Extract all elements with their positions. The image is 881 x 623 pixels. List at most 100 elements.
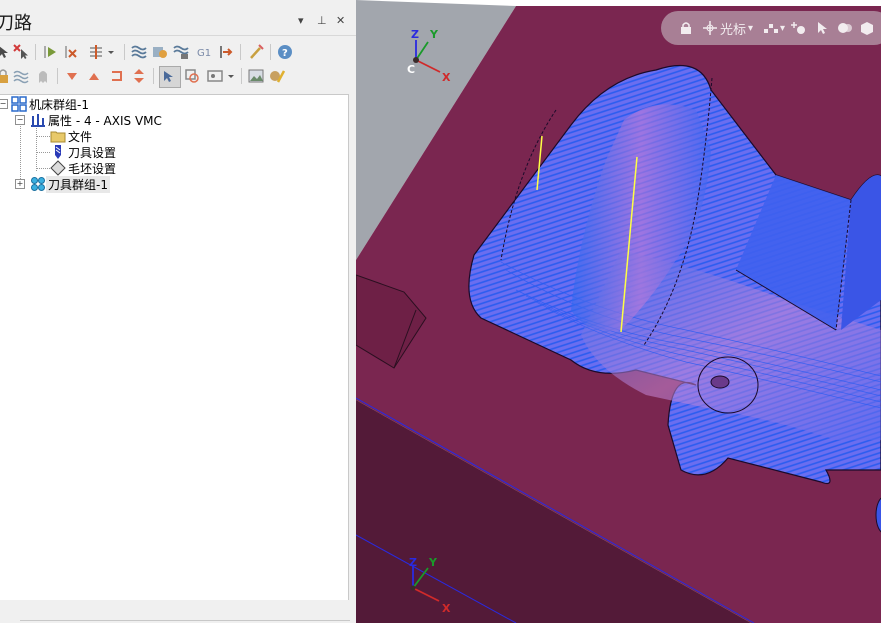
cursor-label: 光标: [720, 22, 747, 38]
g1-icon: G1: [197, 48, 211, 59]
panel-status-divider: [20, 620, 350, 621]
folder-icon: [50, 131, 66, 143]
tree-item-machine-group[interactable]: 机床群组-1: [11, 96, 91, 112]
simulate-button[interactable]: [87, 43, 105, 61]
collapse-toggle[interactable]: −: [0, 99, 8, 109]
shading-button[interactable]: [837, 21, 853, 35]
toolbar-divider: [35, 44, 36, 60]
simulate-dropdown[interactable]: [106, 43, 116, 61]
circular-feature-slot: [710, 375, 730, 389]
triangle-up-icon: [89, 73, 99, 80]
toolbar-divider: [270, 44, 271, 60]
graphics-viewport[interactable]: Z Y X C Z Y X 光标 ▾ ▾: [356, 0, 881, 623]
tree-connector: [36, 152, 50, 153]
regenerate-dirty-button[interactable]: [62, 43, 80, 61]
toolpath-tree: − 机床群组-1 − 属性 - 4 - AXIS VMC 文件 刀具设置 毛坯设…: [0, 94, 349, 601]
cursor-snap-button[interactable]: 光标 ▾: [703, 19, 753, 38]
nodes-button[interactable]: ▾: [763, 21, 785, 35]
backplot-button[interactable]: [130, 43, 148, 61]
nodes-icon: [764, 24, 779, 33]
wave-lines-icon: [131, 45, 147, 59]
tree-item-label: 毛坯设置: [68, 161, 117, 176]
tree-connector: [36, 168, 50, 169]
move-down-button[interactable]: [63, 67, 81, 85]
solid-view-button[interactable]: [859, 21, 875, 35]
toolbar-divider: [241, 68, 242, 84]
lock-button[interactable]: [0, 67, 12, 85]
high-feed-button[interactable]: [216, 43, 234, 61]
play-icon: [44, 46, 56, 58]
tree-item-stock-settings[interactable]: 毛坯设置: [50, 160, 118, 176]
display-selected-group-button[interactable]: [183, 67, 201, 85]
tree-item-toolpath-group[interactable]: 刀具群组-1: [30, 175, 110, 193]
axis-c-label: C: [407, 63, 415, 76]
help-icon: ?: [278, 45, 292, 59]
insert-arrow-button[interactable]: [108, 67, 126, 85]
select-display-icon: [164, 71, 173, 82]
post-selected-button[interactable]: G1: [195, 43, 213, 61]
floating-view-toolbar: 光标 ▾ ▾: [661, 11, 881, 45]
group-display-icon: [185, 69, 199, 83]
simulator-button[interactable]: [172, 43, 190, 61]
display-options-button[interactable]: [206, 67, 224, 85]
deselect-button[interactable]: [12, 43, 30, 61]
tree-item-label: 文件: [68, 129, 93, 144]
image-icon: [248, 69, 264, 83]
display-options-icon: [207, 70, 223, 82]
tree-item-tool-settings[interactable]: 刀具设置: [50, 144, 118, 160]
axis-y-label: Y: [429, 28, 439, 41]
wave-lines-icon: [13, 70, 29, 84]
machine-properties-icon: [31, 114, 45, 127]
flag-arrow-icon: [220, 46, 233, 58]
play-x-icon: [65, 46, 77, 58]
expand-toggle[interactable]: +: [15, 179, 25, 189]
scroll-insert-button[interactable]: [130, 67, 148, 85]
toolpath-group-icon: [31, 177, 45, 191]
tree-item-files[interactable]: 文件: [50, 128, 94, 144]
cube-icon: [861, 22, 874, 35]
machine-group-icon: [11, 96, 27, 112]
toolbar-divider: [153, 68, 154, 84]
chevron-down-icon: ▾: [748, 22, 754, 34]
tree-item-properties[interactable]: 属性 - 4 - AXIS VMC: [30, 112, 164, 128]
regenerate-selected-button[interactable]: [41, 43, 59, 61]
verify-icon: [153, 47, 167, 58]
select-button[interactable]: [815, 21, 829, 35]
panel-title: 刀路: [0, 13, 32, 34]
move-up-button[interactable]: [85, 67, 103, 85]
verify-button[interactable]: [151, 43, 169, 61]
delete-toolpaths-button[interactable]: [247, 43, 265, 61]
up-down-arrows-icon: [134, 69, 144, 83]
toggle-post-button[interactable]: [34, 67, 52, 85]
axis-z-label: Z: [411, 28, 419, 41]
add-entity-button[interactable]: [791, 21, 807, 35]
bottom-axis-z-label: Z: [409, 556, 417, 569]
tree-item-label: 刀具群组-1: [46, 175, 110, 193]
tree-item-label: 机床群组-1: [29, 97, 89, 112]
help-button[interactable]: ?: [276, 43, 294, 61]
collapse-toggle[interactable]: −: [15, 115, 25, 125]
select-arrow-icon: [818, 22, 828, 34]
display-options-dropdown[interactable]: [226, 67, 236, 85]
display-selected-only-button[interactable]: [159, 66, 181, 88]
lock-view-button[interactable]: [679, 21, 693, 35]
stock-diamond-icon: [50, 160, 66, 176]
panel-pin-button[interactable]: ⊥: [317, 14, 327, 27]
chevron-down-icon: ▾: [780, 22, 786, 34]
bottom-axis-x-label: X: [442, 602, 451, 615]
toolpath-manager-panel: 刀路 ▾ ⊥ ✕ G1 ? − 机床群组-1 − 属性 - 4 - AXIS V…: [0, 0, 356, 623]
toolbar-divider: [240, 44, 241, 60]
triangle-down-icon: [67, 73, 77, 80]
tree-item-label: 属性 - 4 - AXIS VMC: [48, 113, 162, 128]
axis-x-label: X: [442, 71, 451, 84]
toolpath-colors-button[interactable]: [268, 67, 286, 85]
lock-icon: [0, 69, 8, 83]
toggle-display-button[interactable]: [12, 67, 30, 85]
select-all-button[interactable]: [0, 43, 12, 61]
wand-icon: [250, 44, 264, 59]
panel-close-button[interactable]: ✕: [336, 14, 345, 27]
stock-model-button[interactable]: [247, 67, 265, 85]
bottom-axis-y-label: Y: [428, 556, 438, 569]
panel-dropdown-button[interactable]: ▾: [298, 14, 304, 27]
svg-text:G1: G1: [197, 48, 211, 59]
